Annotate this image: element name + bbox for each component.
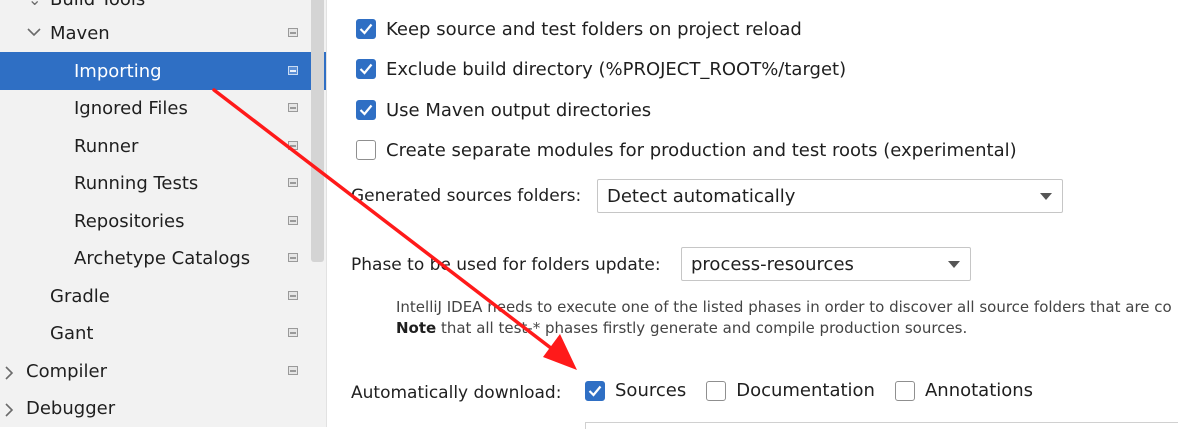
tree-item-maven[interactable]: Maven xyxy=(0,14,310,52)
chevron-right-icon xyxy=(4,365,14,384)
tree-item-ignored-files[interactable]: Ignored Files xyxy=(0,89,310,127)
phase-label: Phase to be used for folders update: xyxy=(351,255,661,275)
page-icon xyxy=(288,141,298,150)
chevron-right-icon xyxy=(4,402,14,421)
page-icon xyxy=(288,66,298,75)
download-annotations-option[interactable]: Annotations xyxy=(894,380,1034,401)
generated-sources-value: Detect automatically xyxy=(607,185,796,207)
settings-tree: ⌄ Build Tools Maven Importing Ignored Fi… xyxy=(0,0,327,427)
tree-item-label: Runner xyxy=(74,135,139,157)
tree-item-gradle[interactable]: Gradle xyxy=(0,277,310,315)
use-maven-output-checkbox[interactable] xyxy=(356,100,376,120)
tree-item-label: Importing xyxy=(74,60,162,82)
generated-sources-label: Generated sources folders: xyxy=(351,186,582,206)
hint-note-text: that all test-* phases firstly generate … xyxy=(436,319,968,337)
checkbox-label: Keep source and test folders on project … xyxy=(386,18,802,40)
list-panel-edge xyxy=(585,422,1178,429)
tree-item-repositories[interactable]: Repositories xyxy=(0,202,310,240)
option-label: Sources xyxy=(615,380,687,401)
tree-item-gant[interactable]: Gant xyxy=(0,314,310,352)
maven-importing-panel: Keep source and test folders on project … xyxy=(326,0,1178,429)
page-icon xyxy=(288,178,298,187)
keep-source-folders-checkbox-row[interactable]: Keep source and test folders on project … xyxy=(356,16,802,42)
page-icon xyxy=(288,328,298,337)
tree-item-label: Gradle xyxy=(50,285,110,307)
tree-item-importing[interactable]: Importing xyxy=(0,52,326,90)
download-documentation-option[interactable]: Documentation xyxy=(706,380,875,401)
download-sources-option[interactable]: Sources xyxy=(585,380,686,401)
phase-select[interactable]: process-resources xyxy=(681,247,971,281)
tree-item-label: Ignored Files xyxy=(74,97,188,119)
download-sources-checkbox[interactable] xyxy=(585,380,605,401)
page-icon xyxy=(288,253,298,262)
chevron-down-icon xyxy=(27,22,41,41)
tree-item-label: Debugger xyxy=(26,397,116,419)
tree-item-label: Repositories xyxy=(74,210,185,232)
page-icon xyxy=(288,291,298,300)
tree-item-debugger[interactable]: Debugger xyxy=(0,389,310,427)
auto-download-options: Sources Documentation Annotations xyxy=(585,380,1053,401)
tree-item-running-tests[interactable]: Running Tests xyxy=(0,164,310,202)
download-documentation-checkbox[interactable] xyxy=(706,380,727,401)
checkbox-label: Create separate modules for production a… xyxy=(386,139,1017,161)
dropdown-arrow-icon xyxy=(948,261,960,268)
auto-download-label: Automatically download: xyxy=(351,383,562,403)
tree-item-archetype-catalogs[interactable]: Archetype Catalogs xyxy=(0,239,310,277)
page-icon xyxy=(288,103,298,112)
phase-value: process-resources xyxy=(691,253,854,275)
option-label: Documentation xyxy=(736,380,875,401)
tree-item-label: Maven xyxy=(50,22,110,44)
dropdown-arrow-icon xyxy=(1040,193,1052,200)
option-label: Annotations xyxy=(924,380,1034,401)
tree-item-label: Build Tools xyxy=(0,0,145,10)
page-icon xyxy=(288,366,298,375)
tree-item-label: Running Tests xyxy=(74,172,199,194)
keep-source-folders-checkbox[interactable] xyxy=(356,19,376,39)
generated-sources-select[interactable]: Detect automatically xyxy=(597,179,1063,213)
tree-item-runner[interactable]: Runner xyxy=(0,127,310,165)
page-icon xyxy=(288,28,298,37)
exclude-build-directory-checkbox[interactable] xyxy=(356,59,376,79)
phase-hint-line-2: Note that all test-* phases firstly gene… xyxy=(396,319,967,337)
page-icon xyxy=(288,216,298,225)
hint-note-bold: Note xyxy=(396,319,437,337)
tree-item-label: Compiler xyxy=(26,360,108,382)
separate-modules-checkbox-row[interactable]: Create separate modules for production a… xyxy=(356,137,1017,163)
separate-modules-checkbox[interactable] xyxy=(356,140,376,160)
tree-item-label: Archetype Catalogs xyxy=(74,247,251,269)
use-maven-output-checkbox-row[interactable]: Use Maven output directories xyxy=(356,97,651,123)
exclude-build-directory-checkbox-row[interactable]: Exclude build directory (%PROJECT_ROOT%/… xyxy=(356,56,846,82)
sidebar-scrollbar[interactable] xyxy=(311,0,324,262)
download-annotations-checkbox[interactable] xyxy=(894,380,915,401)
checkbox-label: Exclude build directory (%PROJECT_ROOT%/… xyxy=(386,58,847,80)
tree-item-label: Gant xyxy=(50,322,94,344)
checkbox-label: Use Maven output directories xyxy=(386,99,652,121)
tree-item-compiler[interactable]: Compiler xyxy=(0,352,310,390)
phase-hint-line-1: IntelliJ IDEA needs to execute one of th… xyxy=(396,298,1172,316)
